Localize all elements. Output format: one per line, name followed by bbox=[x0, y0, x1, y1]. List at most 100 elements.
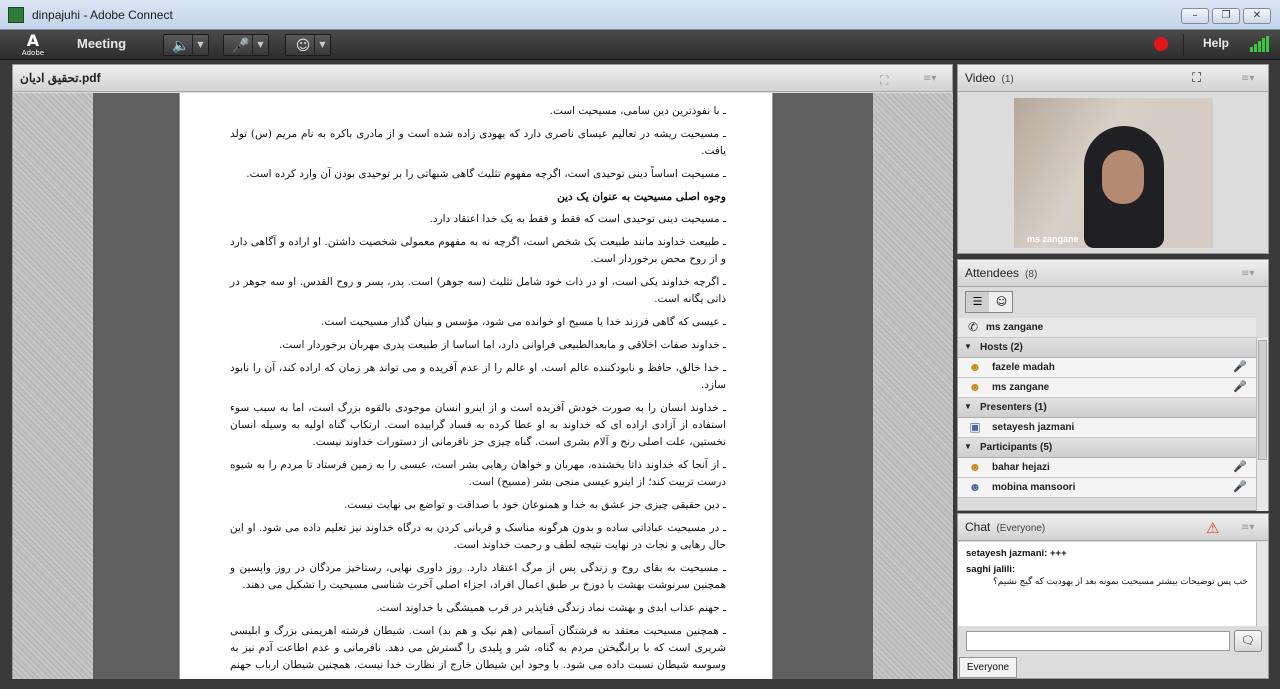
connection-signal-icon bbox=[1250, 36, 1270, 52]
host-user-icon: ☻ bbox=[968, 360, 982, 374]
pod-menu-icon[interactable]: ≡▾ bbox=[1241, 268, 1254, 279]
attendee-list: ✆ ms zangane ▼ Hosts (2) ☻ fazele madah … bbox=[958, 318, 1256, 512]
document-paragraph: ـ دین حقیقی چیزی جز عشق به خدا و همنوعان… bbox=[344, 499, 726, 511]
microphone-icon: 🎤 bbox=[232, 38, 250, 54]
document-paragraph: ـ در مسیحیت عباداتی ساده و بدون هرگونه م… bbox=[230, 522, 726, 551]
attendees-count: (8) bbox=[1025, 269, 1038, 280]
chat-messages: setayesh jazmani: +++ saghi jalili: خب پ… bbox=[958, 542, 1256, 626]
collapse-triangle-icon[interactable]: ▼ bbox=[964, 442, 972, 451]
document-paragraph: ـ طبیعت خداوند مانند طبیعت یک شخص است، ا… bbox=[230, 236, 726, 265]
collapse-triangle-icon[interactable]: ▼ bbox=[964, 402, 972, 411]
document-text: ـ با نفوذترین دین سامی، مسیحیت است. ـ مسی… bbox=[230, 103, 726, 679]
maximize-button[interactable]: ❐ bbox=[1212, 8, 1240, 24]
chat-input[interactable] bbox=[966, 631, 1230, 651]
list-item[interactable]: ☻ bahar hejazi 🎤 bbox=[958, 458, 1256, 478]
warning-icon[interactable]: ⚠ bbox=[1206, 519, 1219, 537]
minimize-button[interactable]: – bbox=[1181, 8, 1209, 24]
hatch-left bbox=[13, 93, 93, 679]
document-paragraph: ـ با نفوذترین دین سامی، مسیحیت است. bbox=[549, 105, 726, 117]
document-paragraph: ـ عیسی که گاهی فرزند خدا یا مسیح او خوان… bbox=[321, 316, 726, 328]
pod-menu-icon[interactable]: ≡▾ bbox=[1241, 73, 1254, 84]
document-paragraph: ـ مسیحیت به بقای روح و زندگی پس از مرگ ا… bbox=[230, 562, 726, 591]
meeting-menu[interactable]: Meeting bbox=[77, 36, 126, 51]
document-paragraph: ـ خدا خالق، حافظ و نابودکننده عالم است. … bbox=[230, 362, 726, 391]
webcam-button[interactable]: ☺ ▼ bbox=[285, 34, 331, 56]
list-item[interactable]: ☻ mobina mansoori 🎤 bbox=[958, 478, 1256, 498]
close-button[interactable]: ✕ bbox=[1243, 8, 1271, 24]
document-paragraph: ـ خداوند انسان را به صورت خودش آفریده اس… bbox=[230, 402, 726, 448]
status-view-icon[interactable]: ☺ bbox=[990, 292, 1013, 312]
main-toolbar: A Adobe Meeting 🔈 ▼ 🎤 ▼ ☺ ▼ bbox=[0, 30, 1280, 60]
webcam-icon: ☺ bbox=[295, 38, 311, 54]
phone-icon: ✆ bbox=[967, 320, 979, 334]
window-title: dinpajuhi - Adobe Connect bbox=[32, 8, 173, 22]
collapse-triangle-icon[interactable]: ▼ bbox=[964, 342, 972, 351]
toolbar-divider bbox=[1183, 34, 1184, 56]
speaker-icon: 🔈 bbox=[172, 38, 190, 54]
speech-bubble-icon: 🗨 bbox=[1241, 634, 1255, 647]
microphone-icon: 🎤 bbox=[1233, 381, 1247, 393]
participant-user-icon: ☻ bbox=[968, 460, 982, 474]
chat-message: setayesh jazmani: +++ bbox=[966, 548, 1067, 559]
attendees-pod-header: Attendees (8) ≡▾ bbox=[958, 260, 1268, 287]
document-viewer[interactable]: ـ با نفوذترین دین سامی، مسیحیت است. ـ مسی… bbox=[93, 93, 873, 679]
video-pod-header: Video (1) ⛶ ≡▾ bbox=[958, 65, 1268, 92]
fullscreen-icon[interactable]: ⛶ bbox=[880, 73, 888, 88]
presenters-group[interactable]: ▼ Presenters (1) bbox=[958, 398, 1256, 418]
chat-tab-everyone[interactable]: Everyone bbox=[959, 657, 1017, 678]
speaker-button[interactable]: 🔈 ▼ bbox=[163, 34, 209, 56]
participants-group[interactable]: ▼ Participants (5) bbox=[958, 438, 1256, 458]
adobe-logo: A Adobe bbox=[21, 31, 45, 57]
share-pod: تحقیق ادیان.pdf ⛶ ≡▾ ـ با نفوذترین دین س… bbox=[12, 64, 953, 679]
chevron-down-icon[interactable]: ▼ bbox=[192, 35, 208, 55]
pod-menu-icon[interactable]: ≡▾ bbox=[923, 73, 936, 84]
document-paragraph: ـ جهنم عذاب ابدی و بهشت نماد زندگی فناپذ… bbox=[376, 602, 726, 614]
microphone-icon: 🎤 bbox=[1233, 481, 1247, 493]
list-item[interactable]: ☻ ms zangane 🎤 bbox=[958, 378, 1256, 398]
chat-pod-header: Chat (Everyone) ⚠ ≡▾ bbox=[958, 514, 1268, 541]
document-paragraph: ـ مسیحیت ریشه در تعالیم عیسای ناصری دارد… bbox=[230, 128, 726, 157]
attendee-list-scrollbar[interactable] bbox=[1256, 338, 1268, 511]
document-paragraph: ـ همچنین مسیحیت معتقد به فرشتگان آسمانی … bbox=[230, 625, 726, 679]
app-window: dinpajuhi - Adobe Connect – ❐ ✕ A Adobe … bbox=[0, 0, 1280, 689]
participant-user-icon: ☻ bbox=[968, 480, 982, 494]
video-count: (1) bbox=[1001, 74, 1014, 85]
video-feed: ms zangane bbox=[1014, 98, 1213, 248]
document-paragraph: ـ اگرچه خداوند یکی است، او در ذات خود شا… bbox=[230, 276, 726, 305]
microphone-button[interactable]: 🎤 ▼ bbox=[223, 34, 269, 56]
record-indicator-icon[interactable] bbox=[1154, 37, 1168, 51]
document-paragraph: ـ مسیحیت دینی توحیدی است که فقط و فقط به… bbox=[429, 213, 726, 225]
window-titlebar: dinpajuhi - Adobe Connect – ❐ ✕ bbox=[0, 0, 1280, 30]
presenter-user-icon: ▣ bbox=[969, 420, 981, 434]
app-icon bbox=[8, 7, 24, 23]
document-page: ـ با نفوذترین دین سامی، مسیحیت است. ـ مسی… bbox=[179, 93, 773, 679]
list-view-icon[interactable]: ☰ bbox=[966, 292, 989, 312]
hosts-group[interactable]: ▼ Hosts (2) bbox=[958, 338, 1256, 358]
chat-message: saghi jalili: خب پس توضیحات بیشتر مسیحیت… bbox=[966, 564, 1248, 586]
video-pod: Video (1) ⛶ ≡▾ ms zangane bbox=[957, 64, 1269, 254]
chat-pod-title: Chat bbox=[965, 520, 991, 534]
chevron-down-icon[interactable]: ▼ bbox=[314, 35, 330, 55]
attendees-pod-title: Attendees bbox=[965, 266, 1020, 280]
attendee-view-toggle[interactable]: ☰ ☺ bbox=[965, 291, 1013, 313]
send-message-button[interactable]: 🗨 bbox=[1234, 630, 1262, 652]
help-menu[interactable]: Help bbox=[1203, 36, 1229, 50]
fullscreen-icon[interactable]: ⛶ bbox=[1192, 71, 1201, 86]
my-status-row[interactable]: ✆ ms zangane bbox=[958, 318, 1256, 338]
chevron-down-icon[interactable]: ▼ bbox=[252, 35, 268, 55]
video-pod-title: Video bbox=[965, 71, 996, 85]
document-filename: تحقیق ادیان.pdf bbox=[20, 71, 101, 85]
microphone-muted-icon: 🎤 bbox=[1233, 361, 1247, 373]
list-item[interactable]: ☻ fazele madah 🎤 bbox=[958, 358, 1256, 378]
video-participant-name: ms zangane bbox=[1027, 234, 1079, 244]
document-paragraph: ـ مسیحیت اساساً دینی توحیدی است، اگرچه م… bbox=[246, 168, 726, 180]
pod-menu-icon[interactable]: ≡▾ bbox=[1241, 522, 1254, 533]
list-item[interactable]: ▣ setayesh jazmani bbox=[958, 418, 1256, 438]
document-paragraph: ـ خداوند صفات اخلاقی و مابعدالطبیعی فراو… bbox=[279, 339, 726, 351]
host-user-icon: ☻ bbox=[968, 380, 982, 394]
chat-scrollbar[interactable] bbox=[1256, 542, 1268, 626]
document-heading: وجوه اصلی مسیحیت به عنوان یک دین bbox=[557, 191, 726, 203]
share-pod-header: تحقیق ادیان.pdf ⛶ ≡▾ bbox=[13, 65, 952, 92]
microphone-icon: 🎤 bbox=[1233, 461, 1247, 473]
chat-scope: (Everyone) bbox=[996, 523, 1046, 534]
